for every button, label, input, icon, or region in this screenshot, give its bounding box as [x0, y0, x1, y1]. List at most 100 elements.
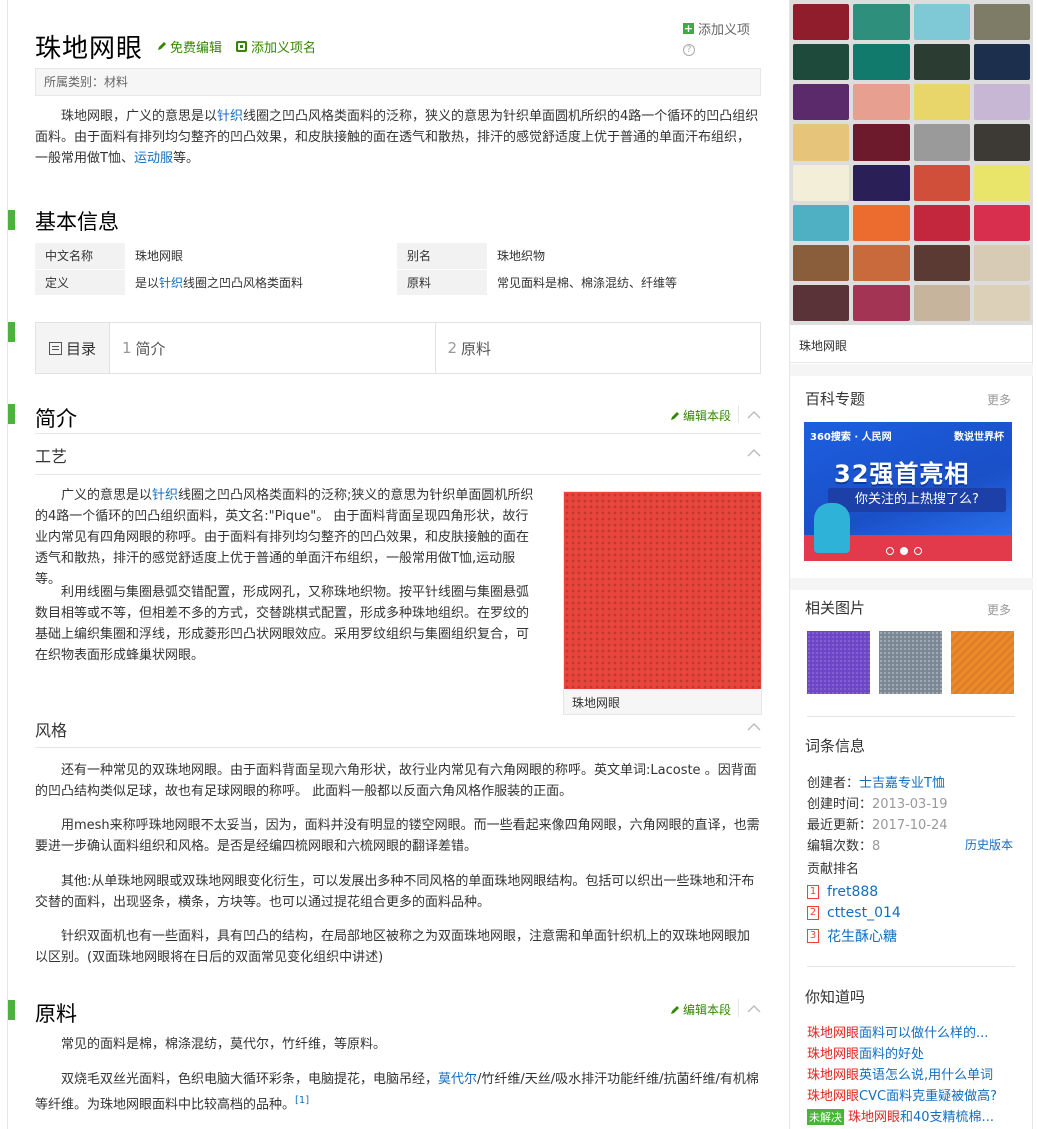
know-text: 和40支精梳棉... [900, 1110, 994, 1125]
toc-number: 2 [447, 339, 458, 357]
toc-item-intro[interactable]: 1 简介 [110, 323, 436, 373]
swatch [973, 204, 1030, 241]
free-edit-label: 免费编辑 [170, 40, 223, 56]
related-image[interactable] [807, 631, 870, 694]
swatch [973, 244, 1030, 281]
related-image[interactable] [951, 631, 1014, 694]
image-caption: 珠地网眼 [572, 696, 621, 710]
topics-more-link[interactable]: 更多 [987, 391, 1011, 408]
creator-link[interactable]: 士吉嘉专业T恤 [859, 776, 945, 791]
section-marker [8, 404, 15, 424]
table-value: 是以针织线圈之凹凸风格类面料 [125, 269, 397, 296]
swatch [973, 4, 1030, 41]
sidebar-image-caption: 珠地网眼 [790, 325, 1033, 363]
know-item[interactable]: 珠地网眼英语怎么说,用什么单词 [807, 1064, 1017, 1083]
carousel-dot-active[interactable] [900, 547, 908, 555]
created-row: 创建时间：2013-03-19 [807, 793, 948, 812]
know-item[interactable]: 珠地网眼面料可以做什么样的... [807, 1022, 1017, 1041]
topic-banner[interactable]: 360搜索 · 人民网 数说世界杯 32强首亮相 你关注的上热搜了么? [804, 422, 1012, 561]
free-edit-link[interactable]: 免费编辑 [157, 37, 222, 56]
swatch [913, 204, 970, 241]
edit-section-label: 编辑本段 [682, 1003, 731, 1017]
know-keyword: 珠地网眼 [807, 1089, 860, 1104]
pencil-icon [158, 42, 167, 50]
swatch [973, 44, 1030, 81]
swatch [973, 124, 1030, 161]
know-item[interactable]: 珠地网眼面料的好处 [807, 1043, 1017, 1062]
updated-value: 2017-10-24 [872, 818, 948, 833]
know-item[interactable]: 珠地网眼CVC面料克重疑被做高? [807, 1085, 1017, 1104]
divider [738, 999, 739, 1017]
fabric-swatch-image[interactable] [790, 0, 1033, 325]
craft-image-box[interactable]: 珠地网眼 [563, 491, 762, 715]
toc-item-material[interactable]: 2 原料 [436, 323, 761, 373]
carousel-dot[interactable] [914, 547, 922, 555]
history-link[interactable]: 历史版本 [965, 836, 1013, 853]
chevron-up-icon[interactable] [747, 408, 761, 422]
section-divider [35, 433, 761, 434]
swatch [913, 244, 970, 281]
swatch [913, 124, 970, 161]
style-heading: 风格 [35, 721, 68, 740]
know-text: CVC面料克重疑被做高? [859, 1089, 997, 1104]
style-paragraph-1: 还有一种常见的双珠地网眼。由于面料背面呈现六角形状，故行业内常见有六角网眼的称呼… [35, 763, 757, 799]
link-modal[interactable]: 莫代尔 [438, 1072, 477, 1087]
link-zhenzhi-craft[interactable]: 针织 [152, 488, 178, 503]
fabric-image [564, 492, 761, 689]
reference-link[interactable]: [1] [295, 1095, 309, 1106]
table-of-contents: 目录 1 简介 2 原料 [35, 322, 761, 374]
banner-tag: 数说世界杯 [954, 432, 1004, 443]
style-paragraph-2: 用mesh来称呼珠地网眼不太妥当，因为，面料并没有明显的镂空网眼。而一些看起来像… [35, 818, 760, 854]
ranking-item: 3 花生酥心糖 [807, 926, 897, 946]
divider [807, 966, 1015, 967]
know-text: 面料的好处 [859, 1047, 925, 1062]
table-key: 原料 [397, 269, 487, 296]
help-icon[interactable]: ? [683, 44, 695, 56]
know-item[interactable]: 未解决 珠地网眼和40支精梳棉... [807, 1106, 1017, 1125]
related-more-link[interactable]: 更多 [987, 601, 1011, 618]
created-value: 2013-03-19 [872, 797, 948, 812]
table-value: 珠地织物 [487, 243, 761, 270]
basic-info-heading: 基本信息 [35, 210, 119, 234]
chevron-up-icon[interactable] [747, 1002, 761, 1016]
lead-paragraph: 珠地网眼，广义的意思是以针织线圈之凹凸风格类面料的泛称，狭义的意思为针织单面圆机… [35, 106, 761, 169]
swatch [973, 284, 1030, 321]
edit-section-material[interactable]: 编辑本段 [670, 1001, 731, 1018]
subsection-divider [35, 747, 761, 748]
edit-section-intro[interactable]: 编辑本段 [670, 407, 731, 424]
chevron-up-icon[interactable] [747, 446, 761, 460]
banner-brand-1: 360搜索 [810, 432, 851, 443]
carousel-dot[interactable] [886, 547, 894, 555]
toc-number: 1 [122, 339, 132, 357]
banner-headline: 32强首亮相 [834, 460, 970, 488]
link-zhenzhi[interactable]: 针织 [217, 109, 243, 124]
rank-user-link[interactable]: cttest_014 [827, 905, 901, 921]
updated-label: 最近更新： [807, 818, 873, 833]
know-heading: 你知道吗 [805, 988, 866, 1006]
related-image[interactable] [879, 631, 942, 694]
link-sportswear[interactable]: 运动服 [134, 151, 173, 166]
swatch [853, 284, 910, 321]
swatch [913, 4, 970, 41]
style-paragraph-3: 其他:从单珠地网眼或双珠地网眼变化衍生，可以发展出多种不同风格的单面珠地网眼结构… [35, 874, 755, 910]
swatch [793, 244, 850, 281]
swatch [913, 284, 970, 321]
rank-user-link[interactable]: fret888 [827, 884, 878, 900]
add-sense-link[interactable]: 添加义项名 [236, 37, 316, 56]
toc-header: 目录 [36, 323, 110, 373]
sidebar: 珠地网眼 百科专题 更多 360搜索 · 人民网 数说世界杯 32强首亮相 你关… [789, 0, 1033, 1129]
craft-paragraph-1: 广义的意思是以针织线圈之凹凸风格类面料的泛称;狭义的意思为针织单面圆机所织的4路… [35, 485, 540, 590]
edits-value: 8 [872, 839, 881, 854]
ranking-item: 1 fret888 [807, 884, 878, 900]
swatch [793, 4, 850, 41]
rank-user-link[interactable]: 花生酥心糖 [827, 926, 897, 946]
chevron-up-icon[interactable] [747, 720, 761, 734]
sidebar-spacer [790, 578, 1033, 590]
swatch [853, 4, 910, 41]
ranking-item: 2 cttest_014 [807, 905, 901, 921]
style-paragraph-4: 针织双面机也有一些面料，具有凹凸的结构，在局部地区被称之为双面珠地网眼，注意需和… [35, 929, 751, 965]
swatch [913, 84, 970, 121]
add-item-link[interactable]: + 添加义项 [683, 19, 750, 38]
toc-label: 简介 [135, 339, 166, 358]
link-zhenzhi-table[interactable]: 针织 [159, 276, 183, 290]
